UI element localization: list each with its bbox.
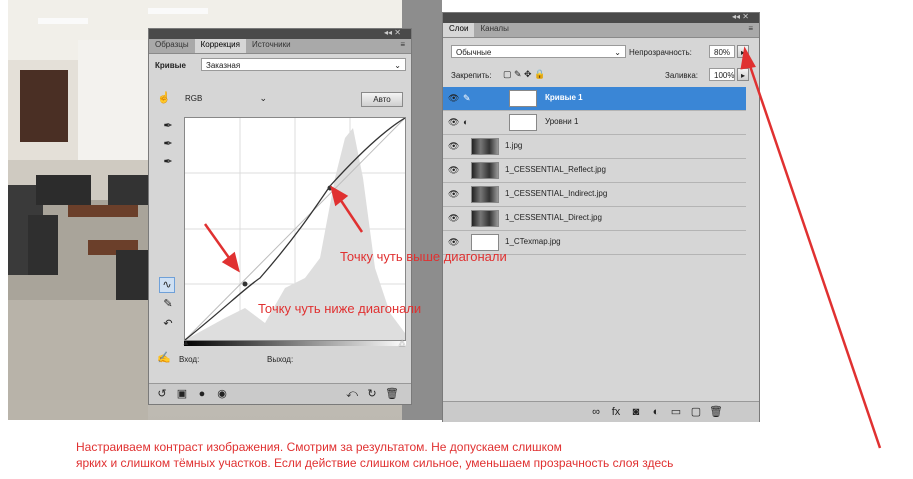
- arrow-above-diagonal: [336, 195, 364, 233]
- caption-line-2: ярких и слишком тёмных участков. Если де…: [76, 456, 674, 470]
- arrow-opacity: [746, 59, 882, 449]
- annotation-above-diagonal: Точку чуть выше диагонали: [340, 249, 507, 264]
- caption-line-1: Настраиваем контраст изображения. Смотри…: [76, 440, 562, 454]
- arrow-head-high: [330, 185, 349, 207]
- arrow-head-low: [221, 251, 240, 273]
- annotation-below-diagonal: Точку чуть ниже диагонали: [258, 301, 422, 316]
- arrow-below-diagonal: [203, 223, 234, 263]
- arrow-head-opacity: [740, 46, 756, 70]
- annotation-arrows: [203, 46, 882, 449]
